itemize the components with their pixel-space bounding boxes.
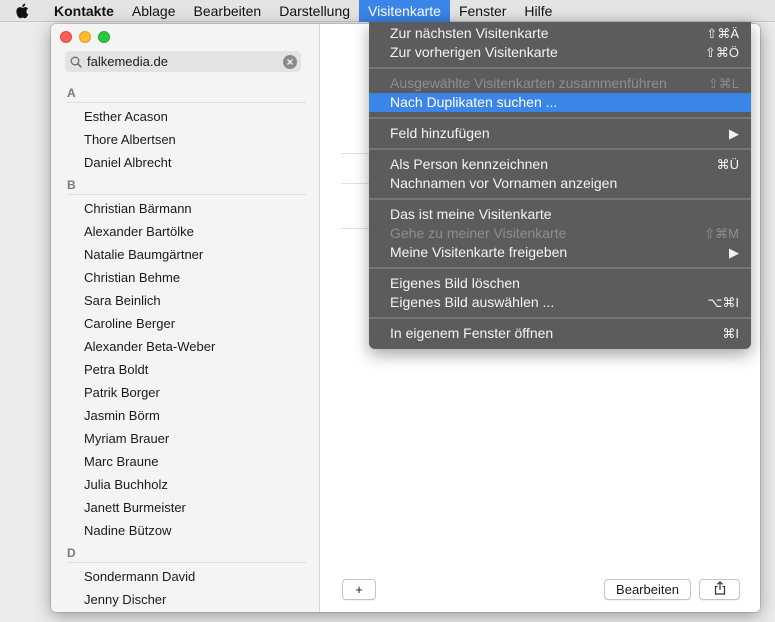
menu-darstellung[interactable]: Darstellung xyxy=(270,0,359,22)
section-header: D xyxy=(67,546,306,563)
menu-item[interactable]: Zur vorherigen Visitenkarte ⇧⌘Ö xyxy=(369,43,751,62)
contact-list-item[interactable]: Jasmin Börm xyxy=(51,404,320,427)
contact-list-item[interactable]: Alexander Bartölke xyxy=(51,220,320,243)
section-header: B xyxy=(67,178,306,195)
menu-separator xyxy=(369,62,751,74)
menu-item-label: Zur vorherigen Visitenkarte xyxy=(390,44,558,60)
menu-item-shortcut: ⌥⌘I xyxy=(707,295,739,310)
menu-separator xyxy=(369,112,751,124)
contact-list-item[interactable]: Myriam Brauer xyxy=(51,427,320,450)
contact-list-item[interactable]: Caroline Berger xyxy=(51,312,320,335)
menu-item-label: Nachnamen vor Vornamen anzeigen xyxy=(390,175,618,191)
menu-item[interactable]: Zur nächsten Visitenkarte ⇧⌘Ä xyxy=(369,24,751,43)
menu-item-label: Meine Visitenkarte freigeben xyxy=(390,244,568,260)
menu-item[interactable]: Eigenes Bild löschen xyxy=(369,274,751,293)
submenu-arrow-icon: ▶ xyxy=(729,245,739,260)
menu-item-label: Eigenes Bild auswählen ... xyxy=(390,294,555,310)
menu-separator xyxy=(369,312,751,324)
menu-item[interactable]: Nachnamen vor Vornamen anzeigen xyxy=(369,174,751,193)
menu-item[interactable]: Als Person kennzeichnen ⌘Ü xyxy=(369,155,751,174)
menu-separator xyxy=(369,193,751,205)
menu-item[interactable]: In eigenem Fenster öffnen ⌘I xyxy=(369,324,751,343)
section-header: A xyxy=(67,86,306,103)
menu-item-label: In eigenem Fenster öffnen xyxy=(390,325,554,341)
contact-list-item[interactable]: Julia Buchholz xyxy=(51,473,320,496)
contact-list-item[interactable]: Marc Braune xyxy=(51,450,320,473)
menu-item: Gehe zu meiner Visitenkarte ⇧⌘M xyxy=(369,224,751,243)
clear-search-icon[interactable] xyxy=(283,54,297,69)
menu-item-label: Nach Duplikaten suchen ... xyxy=(390,94,558,110)
menu-item-shortcut: ⌘Ü xyxy=(716,157,739,172)
contact-list-item[interactable]: Patrik Borger xyxy=(51,381,320,404)
edit-button[interactable]: Bearbeiten xyxy=(604,579,691,600)
submenu-arrow-icon: ▶ xyxy=(729,126,739,141)
contact-list-item[interactable]: Janett Burmeister xyxy=(51,496,320,519)
menu-app-name[interactable]: Kontakte xyxy=(44,0,123,22)
menu-item-label: Feld hinzufügen xyxy=(390,125,490,141)
menu-ablage[interactable]: Ablage xyxy=(123,0,185,22)
menu-fenster[interactable]: Fenster xyxy=(450,0,515,22)
menu-separator xyxy=(369,262,751,274)
contact-list-item[interactable]: Daniel Albrecht xyxy=(51,151,320,174)
menu-separator xyxy=(369,143,751,155)
menu-item[interactable]: Eigenes Bild auswählen ... ⌥⌘I xyxy=(369,293,751,312)
menu-item[interactable]: Nach Duplikaten suchen ... xyxy=(369,93,751,112)
menu-bearbeiten[interactable]: Bearbeiten xyxy=(185,0,271,22)
menu-visitenkarte[interactable]: Visitenkarte xyxy=(359,0,450,22)
menu-item-shortcut: ⌘I xyxy=(722,326,739,341)
menu-item[interactable]: Meine Visitenkarte freigeben ▶ xyxy=(369,243,751,262)
window-controls xyxy=(60,31,110,43)
menu-item-shortcut: ⇧⌘M xyxy=(704,226,739,241)
contact-list-item[interactable]: Christian Behme xyxy=(51,266,320,289)
menu-item-label: Das ist meine Visitenkarte xyxy=(390,206,552,222)
menu-item[interactable]: Das ist meine Visitenkarte xyxy=(369,205,751,224)
menu-item-label: Ausgewählte Visitenkarten zusammenführen xyxy=(390,75,667,91)
search-icon xyxy=(65,51,87,72)
add-contact-button[interactable]: + xyxy=(342,579,376,600)
menu-item-label: Eigenes Bild löschen xyxy=(390,275,520,291)
contact-list-item[interactable]: Sara Beinlich xyxy=(51,289,320,312)
share-icon xyxy=(714,581,726,598)
contact-list-item[interactable]: Esther Acason xyxy=(51,105,320,128)
search-field[interactable]: falkemedia.de xyxy=(65,51,301,72)
contact-list-item[interactable]: Nadine Bützow xyxy=(51,519,320,542)
contact-list-item[interactable]: Jenny Discher xyxy=(51,588,320,611)
menu-item-label: Gehe zu meiner Visitenkarte xyxy=(390,225,567,241)
sidebar: falkemedia.de A Esther Acason Thore Albert… xyxy=(51,24,320,612)
menu-item-label: Als Person kennzeichnen xyxy=(390,156,548,172)
contact-list-item[interactable]: Alexander Beta-Weber xyxy=(51,335,320,358)
search-input[interactable]: falkemedia.de xyxy=(87,54,283,69)
apple-icon[interactable] xyxy=(0,0,44,22)
share-button[interactable] xyxy=(699,579,740,600)
contact-list-item[interactable]: Christian Bärmann xyxy=(51,197,320,220)
menu-item-label: Zur nächsten Visitenkarte xyxy=(390,25,549,41)
close-window-button[interactable] xyxy=(60,31,72,43)
menu-item[interactable]: Feld hinzufügen ▶ xyxy=(369,124,751,143)
visitenkarte-menu: Zur nächsten Visitenkarte ⇧⌘Ä Zur vorherig… xyxy=(369,22,751,349)
menu-item: Ausgewählte Visitenkarten zusammenführen… xyxy=(369,74,751,93)
menu-item-shortcut: ⇧⌘L xyxy=(707,76,739,91)
zoom-window-button[interactable] xyxy=(98,31,110,43)
contact-list-item[interactable]: Natalie Baumgärtner xyxy=(51,243,320,266)
contact-list-item[interactable]: Sondermann David xyxy=(51,565,320,588)
contact-list-item[interactable]: Thore Albertsen xyxy=(51,128,320,151)
menu-hilfe[interactable]: Hilfe xyxy=(515,0,561,22)
menu-bar: Kontakte Ablage Bearbeiten Darstellung V… xyxy=(0,0,775,22)
menu-item-shortcut: ⇧⌘Ä xyxy=(706,26,739,41)
contact-list: A Esther Acason Thore Albertsen Daniel Albr… xyxy=(51,84,320,612)
menu-item-shortcut: ⇧⌘Ö xyxy=(704,45,739,60)
contact-list-item[interactable]: Petra Boldt xyxy=(51,358,320,381)
minimize-window-button[interactable] xyxy=(79,31,91,43)
